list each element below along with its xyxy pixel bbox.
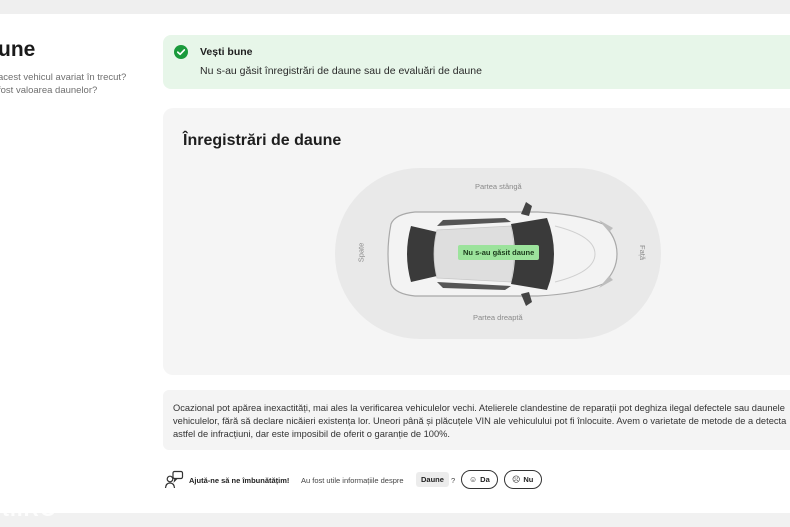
label-back: Spate <box>356 242 366 263</box>
feedback-chat-icon <box>164 470 184 489</box>
no-damage-badge: Nu s-au găsit daune <box>458 245 540 260</box>
damage-records-title: Înregistrări de daune <box>183 132 342 149</box>
good-news-banner: Vești bune Nu s-au găsit înregistrări de… <box>163 35 790 89</box>
section-title: une <box>0 38 36 61</box>
feedback-question-mark: ? <box>451 476 456 485</box>
bottom-bar <box>0 513 790 527</box>
label-left-side: Partea stângă <box>475 182 522 191</box>
top-bar <box>0 0 790 14</box>
feedback-yes-label: Da <box>480 475 490 484</box>
feedback-no-label: Nu <box>523 475 534 484</box>
disclaimer-note: Ocazional pot apărea inexactități, mai a… <box>163 390 790 450</box>
feedback-heading: Ajută-ne să ne îmbunătățim! <box>189 476 290 485</box>
watermark: ti.RO <box>2 498 58 521</box>
good-news-title: Vești bune <box>200 46 253 58</box>
feedback-bar: Ajută-ne să ne îmbunătățim! Au fost util… <box>163 469 583 493</box>
question-line-1: acest vehicul avariat în trecut? <box>0 72 127 83</box>
label-right-side: Partea dreaptă <box>473 313 523 322</box>
disclaimer-text: Ocazional pot apărea inexactități, mai a… <box>173 403 787 439</box>
feedback-topic-tag: Daune <box>416 472 449 487</box>
feedback-question: Au fost utile informațiile despre <box>301 476 404 485</box>
feedback-yes-button[interactable]: ☺ Da <box>461 470 498 489</box>
smile-icon: ☺ <box>469 475 478 484</box>
damage-records-panel: Înregistrări de daune Partea stângă Part… <box>163 108 790 375</box>
sad-icon: ☹ <box>512 475 521 484</box>
question-line-2: fost valoarea daunelor? <box>0 85 98 96</box>
feedback-no-button[interactable]: ☹ Nu <box>504 470 542 489</box>
good-news-text: Nu s-au găsit înregistrări de daune sau … <box>200 65 482 77</box>
check-circle-icon <box>174 45 188 59</box>
label-front: Față <box>638 244 648 261</box>
section-questions: acest vehicul avariat în trecut? fost va… <box>0 71 148 97</box>
